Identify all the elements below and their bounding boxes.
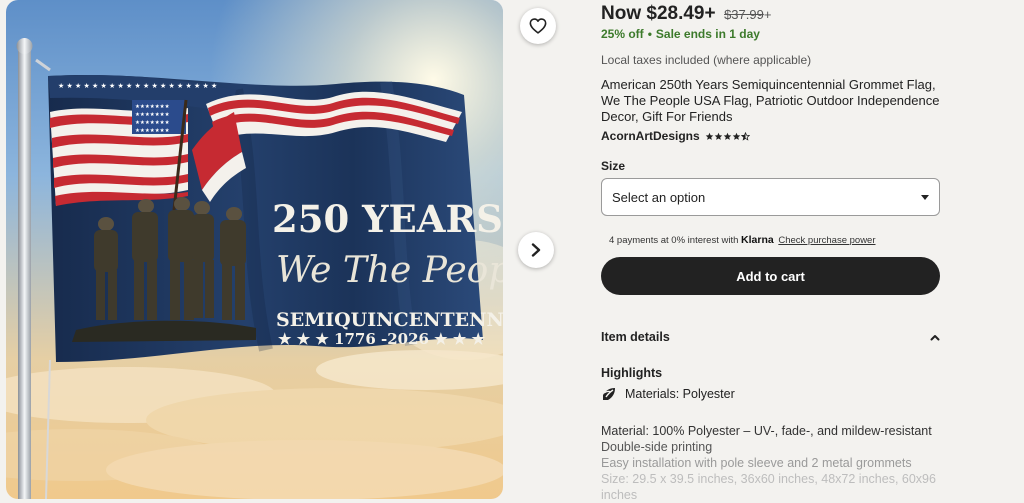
size-select[interactable]: Select an option	[601, 178, 940, 216]
klarna-row: 4 payments at 0% interest with Klarna Ch…	[609, 234, 876, 246]
description-line: Double-side printing	[601, 440, 713, 454]
materials-row: Materials: Polyester	[601, 386, 735, 402]
flag-years-text: ★ ★ ★ 1776 -2026 ★ ★ ★	[278, 330, 486, 348]
materials-text: Materials: Polyester	[625, 387, 735, 401]
listing-title: American 250th Years Semiquincentennial …	[601, 77, 940, 124]
item-details-toggle[interactable]: Item details	[601, 330, 940, 344]
star-icon	[705, 132, 713, 140]
seller-rating	[705, 131, 750, 141]
discount-label: 25% off	[601, 27, 644, 41]
check-purchase-power-link[interactable]: Check purchase power	[778, 235, 875, 246]
svg-text:★★★★★★★: ★★★★★★★	[135, 128, 170, 134]
product-image[interactable]: ★ ★ ★ ★ ★ ★ ★ ★ ★ ★ ★ ★ ★ ★ ★ ★ ★ ★ ★ ★★…	[6, 0, 503, 499]
size-select-value: Select an option	[612, 189, 706, 205]
flag-photo: ★ ★ ★ ★ ★ ★ ★ ★ ★ ★ ★ ★ ★ ★ ★ ★ ★ ★ ★ ★★…	[6, 0, 503, 499]
next-image-button[interactable]	[518, 232, 554, 268]
highlights-heading: Highlights	[601, 366, 663, 380]
svg-text:★★★★★★★: ★★★★★★★	[135, 120, 170, 126]
description-line: Size: 29.5 x 39.5 inches, 36x60 inches, …	[601, 472, 936, 502]
add-to-cart-button[interactable]: Add to cart	[601, 257, 940, 295]
klarna-text: 4 payments at 0% interest with	[609, 235, 739, 246]
star-icon	[723, 132, 731, 140]
seller-row[interactable]: AcornArtDesigns	[601, 129, 750, 143]
klarna-brand: Klarna	[741, 234, 774, 246]
half-star-icon	[740, 131, 750, 141]
favorite-button[interactable]	[520, 8, 556, 44]
sale-row: 25% off • Sale ends in 1 day	[601, 27, 760, 41]
flag-semi-text: SEMIQUINCENTENNIAL	[276, 309, 503, 331]
item-description: Material: 100% Polyester – UV-, fade-, a…	[601, 423, 941, 503]
material-icon	[603, 388, 615, 400]
seller-name[interactable]: AcornArtDesigns	[601, 129, 700, 143]
caret-down-icon	[921, 194, 929, 200]
description-line: Material: 100% Polyester – UV-, fade-, a…	[601, 424, 932, 438]
description-line: Easy installation with pole sleeve and 2…	[601, 456, 912, 470]
item-details-heading: Item details	[601, 330, 670, 344]
chevron-up-icon	[930, 334, 940, 340]
svg-text:★ ★ ★ ★ ★ ★ ★ ★ ★ ★ ★ ★ ★ ★ ★: ★ ★ ★ ★ ★ ★ ★ ★ ★ ★ ★ ★ ★ ★ ★ ★ ★ ★ ★	[58, 82, 217, 90]
tax-note: Local taxes included (where applicable)	[601, 53, 812, 67]
size-label: Size	[601, 159, 626, 173]
current-price: Now $28.49	[601, 3, 705, 24]
star-icon	[732, 132, 740, 140]
sale-separator: •	[647, 27, 652, 41]
original-price: $37.99	[724, 7, 764, 22]
original-price-plus: +	[763, 7, 772, 22]
svg-text:★★★★★★★: ★★★★★★★	[135, 104, 170, 110]
price-row: Now $28.49+ $37.99+	[601, 3, 771, 25]
current-price-plus: +	[704, 3, 716, 24]
star-icon	[714, 132, 722, 140]
chevron-right-icon	[531, 243, 541, 257]
flag-script-text: We The People	[276, 250, 503, 291]
sale-ends-label: Sale ends in 1 day	[655, 27, 760, 41]
svg-text:★★★★★★★: ★★★★★★★	[135, 112, 170, 118]
flag-title-text: 250 YEARS	[272, 197, 503, 241]
heart-icon	[529, 18, 547, 34]
